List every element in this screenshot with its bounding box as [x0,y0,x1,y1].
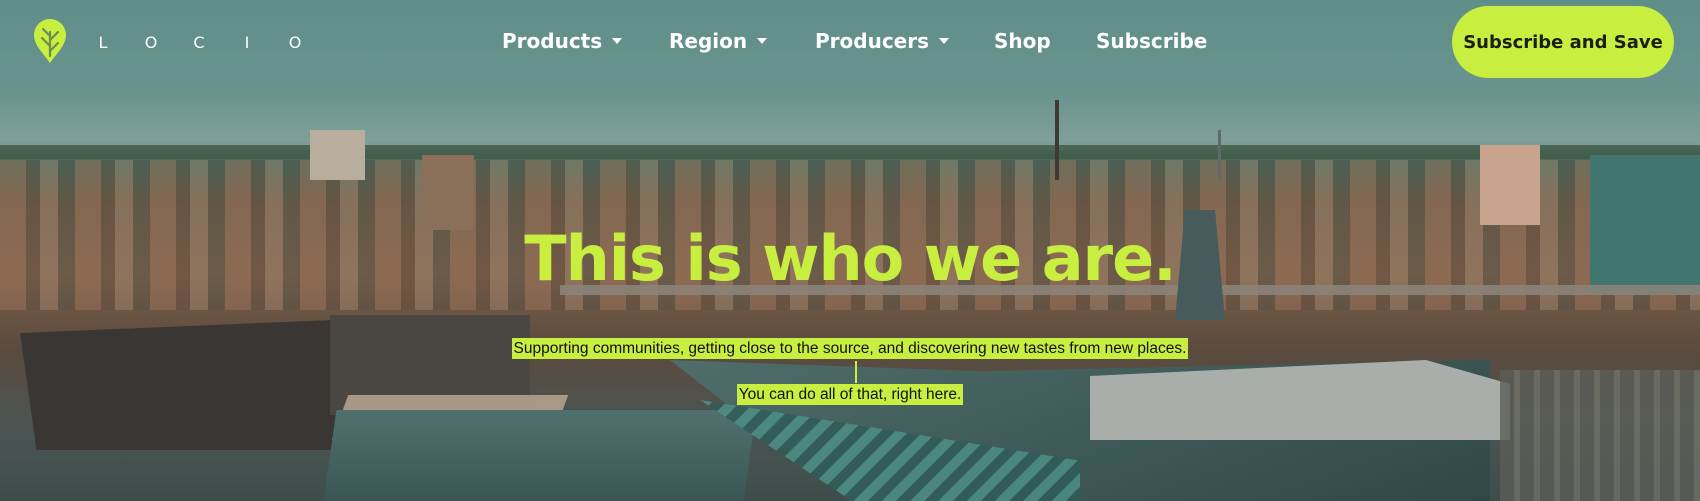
hero-subtext-line-1: Supporting communities, getting close to… [0,338,1700,359]
distant-building [310,130,365,180]
chimney [1055,100,1059,180]
wordmark-letter: O [144,33,158,52]
wordmark-letter: O [288,33,302,52]
mast [1218,130,1221,180]
subtext-connector [855,361,857,383]
hero-subtext-line-2: You can do all of that, right here. [0,384,1700,405]
leaf-pin-icon[interactable] [33,18,67,64]
hero-subtext-1: Supporting communities, getting close to… [511,338,1189,359]
nav-item-label: Shop [994,29,1051,53]
nav-item-shop[interactable]: Shop [994,29,1051,53]
wordmark-letter: I [244,33,250,52]
nav-item-label: Subscribe [1096,29,1208,53]
top-navigation: L O C I O Products Region Producers Shop… [0,0,1700,84]
subscribe-and-save-button[interactable]: Subscribe and Save [1452,6,1674,78]
caret-down-icon [612,38,623,44]
nav-item-label: Products [502,29,603,53]
caret-down-icon [939,38,950,44]
river [323,410,757,501]
nav-item-label: Producers [815,29,930,53]
nav-item-producers[interactable]: Producers [815,29,950,53]
nav-item-products[interactable]: Products [502,29,623,53]
cathedral-tower [422,155,474,230]
wordmark-letter: C [193,33,205,52]
hero-headline: This is who we are. [524,222,1176,295]
nav-item-region[interactable]: Region [669,29,768,53]
caret-down-icon [757,38,768,44]
sky-haze [0,95,1700,150]
nav-item-subscribe[interactable]: Subscribe [1096,29,1207,53]
horizon-trees [0,145,1700,159]
nav-item-label: Region [669,29,748,53]
brick-tower-building [1480,145,1540,225]
wordmark-letter: L [98,33,108,52]
brand-wordmark[interactable]: L O C I O [96,33,302,55]
hero-subtext-2: You can do all of that, right here. [736,384,964,405]
